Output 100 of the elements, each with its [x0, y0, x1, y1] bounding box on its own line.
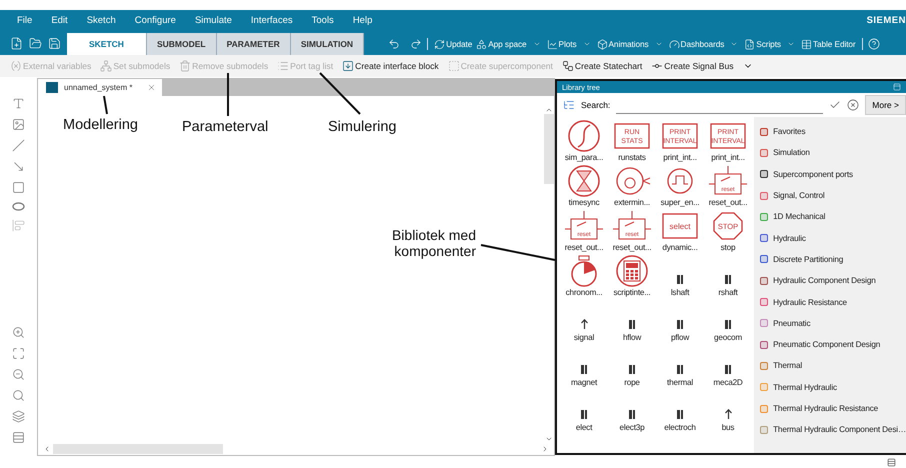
category-item[interactable]: Thermal Hydraulic Resistance	[760, 398, 906, 420]
category-item[interactable]: Thermal Hydraulic	[760, 376, 906, 398]
mode-tab[interactable]: PARAMETER	[216, 33, 291, 55]
scrollbar-thumb[interactable]	[53, 444, 223, 454]
port-icon	[725, 365, 731, 374]
ribbon-button[interactable]: Animations	[596, 38, 666, 50]
menu-item[interactable]: Help	[352, 15, 372, 26]
category-item[interactable]: 1D Mechanical	[760, 206, 906, 228]
menu-item[interactable]: Sketch	[86, 15, 116, 26]
category-label: Thermal Hydraulic Component Desi…	[773, 425, 906, 434]
menu-item[interactable]: Tools	[312, 15, 334, 26]
caret-icon	[532, 40, 541, 48]
category-item[interactable]: Favorites	[760, 121, 906, 142]
image-tool-icon[interactable]	[12, 118, 25, 131]
component-label: elect	[576, 423, 592, 432]
restore-icon[interactable]	[893, 83, 901, 91]
arrow-tool-icon[interactable]	[12, 160, 25, 173]
toolbar-button[interactable]: Create Statechart	[562, 60, 642, 72]
ribbon-button[interactable]: Update	[433, 38, 474, 50]
new-file-icon[interactable]	[10, 37, 23, 50]
annotation-label: Simulering	[328, 119, 396, 136]
category-item[interactable]: Hydraulic	[760, 227, 906, 249]
category-item[interactable]: Thermal Hydraulic Component Desi…	[760, 419, 906, 440]
category-item[interactable]: Hydraulic Resistance	[760, 291, 906, 313]
scroll-right-icon[interactable]	[541, 445, 549, 453]
category-label: Thermal Hydraulic Resistance	[773, 404, 878, 413]
port-icon	[677, 410, 683, 419]
text-tool-icon[interactable]	[12, 97, 25, 110]
component-label: hflow	[622, 333, 642, 342]
menu-item[interactable]: Edit	[51, 15, 68, 26]
rectangle-tool-icon[interactable]	[12, 181, 25, 194]
category-item[interactable]: Supercomponent ports	[760, 164, 906, 185]
clear-icon[interactable]	[847, 99, 860, 111]
ribbon-button[interactable]: App space	[475, 38, 544, 50]
ribbon-button[interactable]: Dashboards	[668, 38, 742, 50]
category-item[interactable]: Simulation	[760, 142, 906, 164]
ribbon-button[interactable]: Table Editor	[800, 38, 857, 50]
document-title: unnamed_system *	[64, 83, 132, 92]
document-tab[interactable]: unnamed_system *	[38, 79, 162, 96]
category-label: 1D Mechanical	[773, 212, 826, 222]
network-icon	[100, 60, 112, 72]
category-item[interactable]: Pneumatic	[760, 312, 906, 334]
category-label: Hydraulic Resistance	[773, 298, 847, 307]
category-item[interactable]: Hydraulic Component Design	[760, 270, 906, 292]
menu-item[interactable]: Configure	[134, 15, 176, 26]
scroll-down-icon[interactable]	[544, 435, 552, 443]
table-icon	[800, 38, 812, 50]
port-icon	[629, 320, 635, 329]
component-label: rshaft	[718, 288, 738, 297]
scrollbar-thumb[interactable]	[544, 114, 554, 184]
zoom-fit-icon[interactable]	[12, 347, 25, 360]
arrow-icon	[580, 319, 588, 329]
open-folder-icon[interactable]	[29, 37, 42, 50]
category-item[interactable]: Thermal	[760, 355, 906, 377]
component-label: reset_out...	[612, 243, 652, 252]
category-label: Pneumatic Component Design	[773, 340, 880, 350]
leader-line	[319, 72, 361, 115]
more-button[interactable]: More >	[865, 95, 906, 115]
toolbar-button[interactable]: Create Signal Bus	[651, 60, 734, 72]
rows-icon[interactable]	[12, 431, 25, 444]
mode-tab[interactable]: SIMULATION	[290, 33, 364, 55]
category-item[interactable]: Pneumatic Component Design	[760, 334, 906, 356]
close-icon[interactable]	[147, 83, 156, 92]
category-label: Discrete Partitioning	[773, 254, 844, 264]
menu-item[interactable]: Interfaces	[250, 15, 293, 26]
status-icon[interactable]	[887, 458, 896, 466]
redo-icon[interactable]	[410, 38, 422, 50]
component-label: electroch	[664, 423, 696, 432]
scroll-left-icon[interactable]	[43, 445, 51, 453]
port-icon	[677, 365, 683, 374]
help-icon[interactable]	[868, 38, 880, 50]
ribbon-button[interactable]: Plots	[546, 38, 594, 50]
line-tool-icon[interactable]	[12, 139, 25, 152]
component-label: magnet	[570, 378, 598, 387]
save-icon[interactable]	[48, 37, 61, 50]
annotation-label: Modellering	[63, 117, 138, 134]
menu-item[interactable]: File	[17, 15, 32, 26]
block-icon	[342, 60, 354, 72]
component-label: sim_para...	[564, 153, 604, 162]
zoom-icon[interactable]	[12, 389, 25, 402]
undo-icon[interactable]	[388, 38, 400, 50]
ellipse-tool-icon[interactable]	[12, 202, 25, 211]
layers-icon[interactable]	[12, 410, 25, 423]
component-label: reset_out...	[708, 198, 748, 207]
menu-item[interactable]: Simulate	[194, 15, 232, 26]
category-item[interactable]: Signal, Control	[760, 184, 906, 206]
mode-tab[interactable]: SUBMODEL	[146, 33, 217, 55]
zoom-in-icon[interactable]	[12, 326, 25, 339]
mode-tab[interactable]: SKETCH	[67, 33, 147, 55]
component-label: stop	[720, 243, 736, 252]
component-label: lshaft	[670, 288, 690, 297]
leader-line	[227, 73, 229, 116]
tree-icon[interactable]	[563, 99, 575, 111]
component-label: pflow	[670, 333, 690, 342]
toolbar-button[interactable]: Create interface block	[342, 60, 439, 72]
brand-logo: SIEMEN	[866, 15, 906, 26]
zoom-out-icon[interactable]	[12, 368, 25, 381]
ribbon-button[interactable]: Scripts	[743, 38, 798, 50]
scroll-up-icon[interactable]	[544, 106, 552, 114]
category-item[interactable]: Discrete Partitioning	[760, 248, 906, 270]
